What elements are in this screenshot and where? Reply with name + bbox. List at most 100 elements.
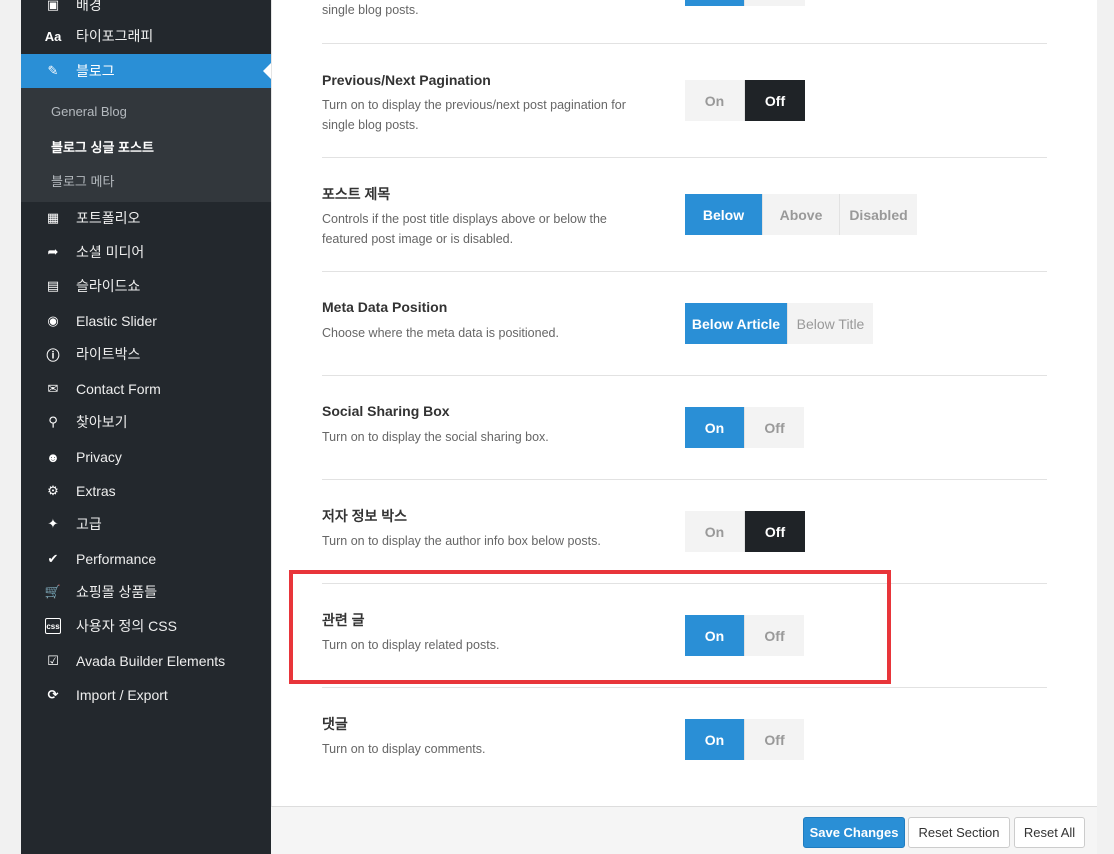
submenu-blog-meta[interactable]: 블로그 메타 (51, 171, 114, 190)
css-icon: css (45, 618, 61, 634)
sidebar-item-label: 블로그 (76, 63, 115, 79)
sidebar-item-blog[interactable]: ✎ 블로그 (21, 54, 271, 88)
option-on[interactable]: On (685, 80, 745, 121)
typography-icon: Aa (44, 28, 62, 44)
setting-row-post-title: 포스트 제목 Controls if the post title displa… (322, 157, 1047, 271)
sidebar-item-label: 사용자 정의 CSS (76, 618, 177, 634)
option-above[interactable]: Above (763, 194, 840, 235)
sidebar-item-label: 고급 (76, 516, 102, 532)
highlight-box (289, 570, 891, 684)
sidebar-item-typography[interactable]: Aa 타이포그래피 (21, 19, 271, 53)
option-on[interactable]: On (685, 511, 745, 552)
sidebar-item-label: Import / Export (76, 687, 168, 703)
setting-desc: Turn on to display comments. (322, 742, 486, 756)
sidebar-item-label: Privacy (76, 449, 122, 465)
envelope-icon: ✉ (47, 381, 59, 396)
option-off[interactable]: Off (745, 719, 804, 760)
author-info-toggle[interactable]: On Off (685, 511, 805, 552)
layout-icon: ▣ (46, 0, 60, 12)
submenu-general-blog[interactable]: General Blog (51, 104, 127, 119)
refresh-icon: ⟳ (47, 687, 59, 702)
info-icon: ⓘ (46, 347, 60, 363)
sidebar-item-performance[interactable]: ✔ Performance (21, 542, 271, 576)
sidebar: ▣ 배경 Aa 타이포그래피 ✎ 블로그 General Blog 블로그 싱글… (21, 0, 271, 854)
setting-title: Meta Data Position (322, 299, 448, 315)
meta-position-toggle[interactable]: Below Article Below Title (685, 303, 873, 344)
puzzle-icon: ✦ (47, 516, 59, 531)
option-off[interactable]: Off (745, 407, 804, 448)
sidebar-item-shop[interactable]: 🛒 쇼핑몰 상품들 (21, 575, 271, 609)
sidebar-item-portfolio[interactable]: ▦ 포트폴리오 (21, 201, 271, 235)
sidebar-item-privacy[interactable]: ☻ Privacy (21, 440, 271, 474)
setting-title: 저자 정보 박스 (322, 508, 408, 524)
cart-icon: 🛒 (44, 584, 62, 599)
sidebar-item-lightbox[interactable]: ⓘ 라이트박스 (21, 337, 271, 371)
search-icon: ⚲ (48, 414, 58, 429)
setting-row-meta-position: Meta Data Position Choose where the meta… (322, 271, 1047, 375)
sidebar-item-label: 라이트박스 (76, 346, 141, 362)
reset-all-button[interactable]: Reset All (1014, 817, 1085, 848)
page-gutter (1097, 0, 1114, 854)
option-off[interactable]: Off (745, 80, 805, 121)
sidebar-item-slideshow[interactable]: ▤ 슬라이드쇼 (21, 269, 271, 303)
pagination-toggle[interactable]: On Off (685, 80, 805, 121)
setting-desc: Turn on to display the author info box b… (322, 534, 601, 548)
settings-content: single blog posts. Previous/Next Paginat… (271, 0, 1097, 806)
sidebar-item-contact-form[interactable]: ✉ Contact Form (21, 372, 271, 406)
option-below-title[interactable]: Below Title (788, 303, 873, 344)
sidebar-item-label: 쇼핑몰 상품들 (76, 584, 158, 600)
sidebar-item-label: Elastic Slider (76, 313, 157, 329)
check-circle-icon: ✔ (47, 551, 59, 566)
sidebar-item-label: 배경 (76, 0, 102, 13)
setting-desc: single blog posts. (322, 3, 419, 17)
sidebar-item-label: 슬라이드쇼 (76, 278, 141, 294)
setting-row-pagination: Previous/Next Pagination Turn on to disp… (322, 43, 1047, 157)
setting-title: 댓글 (322, 716, 348, 732)
setting-row-author-info: 저자 정보 박스 Turn on to display the author i… (322, 479, 1047, 583)
toggle-option[interactable] (745, 0, 805, 6)
sidebar-item-label: 타이포그래피 (76, 28, 154, 44)
options-panel: ▣ 배경 Aa 타이포그래피 ✎ 블로그 General Blog 블로그 싱글… (21, 0, 1097, 854)
sidebar-item-search[interactable]: ⚲ 찾아보기 (21, 405, 271, 439)
option-disabled[interactable]: Disabled (840, 194, 917, 235)
edit-icon: ✎ (47, 63, 59, 78)
toggle-option[interactable] (685, 0, 745, 6)
sidebar-item-label: 소셜 미디어 (76, 244, 145, 260)
setting-title: Previous/Next Pagination (322, 72, 491, 88)
sidebar-item-label: Avada Builder Elements (76, 653, 226, 669)
sidebar-item-custom-css[interactable]: css 사용자 정의 CSS (21, 609, 271, 643)
sidebar-item-import-export[interactable]: ⟳ Import / Export (21, 678, 271, 712)
sidebar-item-social-media[interactable]: ➦ 소셜 미디어 (21, 235, 271, 269)
option-on[interactable]: On (685, 407, 745, 448)
sidebar-item-label: Extras (76, 483, 116, 499)
sidebar-item-label: 찾아보기 (76, 414, 128, 430)
sidebar-item-label: 포트폴리오 (76, 210, 141, 226)
share-icon: ➦ (47, 244, 59, 259)
option-off[interactable]: Off (745, 511, 805, 552)
option-below[interactable]: Below (685, 194, 763, 235)
user-icon: ☻ (46, 449, 60, 465)
cogs-icon: ⚙ (47, 483, 59, 498)
setting-row-social-sharing: Social Sharing Box Turn on to display th… (322, 375, 1047, 479)
setting-desc: Turn on to display the previous/next pos… (322, 98, 626, 132)
toggle-partial[interactable] (685, 0, 805, 6)
save-changes-button[interactable]: Save Changes (803, 817, 905, 848)
sidebar-item-advanced[interactable]: ✦ 고급 (21, 507, 271, 541)
sidebar-item-extras[interactable]: ⚙ Extras (21, 474, 271, 508)
submenu-single-post[interactable]: 블로그 싱글 포스트 (51, 137, 154, 156)
option-on[interactable]: On (685, 719, 745, 760)
option-below-article[interactable]: Below Article (685, 303, 788, 344)
options-footer: Save Changes Reset Section Reset All (271, 806, 1097, 854)
comments-toggle[interactable]: On Off (685, 719, 804, 760)
setting-desc: Controls if the post title displays abov… (322, 212, 607, 246)
sidebar-item-builder-elements[interactable]: ☑ Avada Builder Elements (21, 644, 271, 678)
post-title-toggle[interactable]: Below Above Disabled (685, 194, 917, 235)
sidebar-item-label: Performance (76, 551, 157, 567)
reset-section-button[interactable]: Reset Section (908, 817, 1010, 848)
slider-icon: ◉ (47, 313, 59, 328)
setting-desc: Turn on to display the social sharing bo… (322, 430, 549, 444)
image-icon: ▤ (46, 278, 60, 293)
setting-title: 포스트 제목 (322, 186, 391, 202)
sidebar-item-elastic-slider[interactable]: ◉ Elastic Slider (21, 304, 271, 338)
social-sharing-toggle[interactable]: On Off (685, 407, 804, 448)
